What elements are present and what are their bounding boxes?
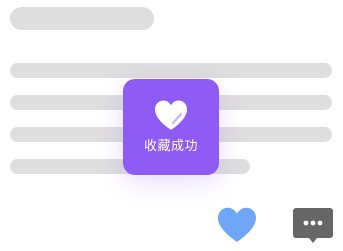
- comment-button[interactable]: [292, 207, 334, 245]
- toast-label: 收藏成功: [143, 139, 198, 154]
- heart-icon: [218, 207, 256, 242]
- like-button[interactable]: [216, 206, 258, 244]
- heart-check-icon: [155, 100, 187, 130]
- comment-bubble-icon: [293, 208, 333, 243]
- skeleton-title: [10, 7, 154, 30]
- skeleton-line: [10, 63, 332, 78]
- favorite-success-toast: 收藏成功: [123, 79, 219, 175]
